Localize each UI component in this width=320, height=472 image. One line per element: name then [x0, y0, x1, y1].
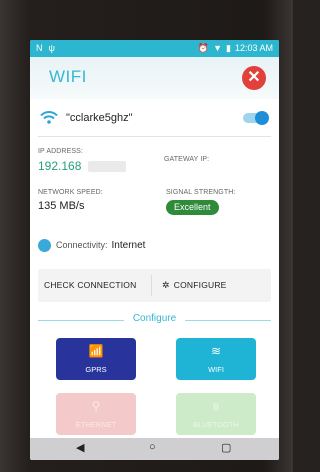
device-screen: N ψ ⏰ ▼ ▮ 12:03 AM WIFI ✕ "cclarke5ghz" …: [30, 40, 279, 460]
app-header: WIFI ✕: [30, 57, 279, 99]
globe-icon: [38, 238, 51, 252]
wifi-tile-label: WIFI: [208, 365, 224, 374]
back-icon[interactable]: ◀: [76, 441, 84, 454]
signal-strength-badge: Excellent: [166, 200, 219, 215]
wifi-signal-icon: ▼: [213, 43, 223, 53]
wifi-tile[interactable]: ≋ WIFI: [176, 338, 256, 380]
configure-section-title: Configure: [132, 313, 177, 324]
connectivity-value: Internet: [111, 239, 146, 251]
action-separator: [151, 275, 152, 296]
status-bar: N ψ ⏰ ▼ ▮ 12:03 AM: [30, 40, 279, 57]
usb-icon: ψ: [48, 43, 55, 53]
toggle-knob: [255, 111, 269, 125]
ethernet-tile[interactable]: ⚲ ETHERNET: [56, 393, 136, 435]
section-divider-right: [185, 320, 271, 321]
signal-strength-label: SIGNAL STRENGTH:: [166, 189, 236, 196]
divider: [38, 136, 271, 137]
wifi-icon: [40, 111, 58, 124]
antenna-icon: 📶: [88, 344, 104, 358]
bluetooth-icon: ʙ: [212, 399, 220, 413]
configure-button-label: CONFIGURE: [173, 280, 227, 290]
gateway-ip-label: GATEWAY IP:: [164, 156, 210, 163]
ip-address-value: 192.168: [38, 159, 82, 173]
connectivity-row: Connectivity: Internet: [38, 237, 145, 253]
gprs-tile[interactable]: 📶 GPRS: [56, 338, 136, 380]
recents-icon[interactable]: ▢: [221, 441, 231, 454]
status-left: N ψ: [36, 42, 55, 54]
configure-button[interactable]: ✲ CONFIGURE: [162, 269, 227, 302]
system-nav-bar: ◀ ○ ▢: [30, 438, 279, 460]
status-time: 12:03 AM: [234, 43, 273, 53]
ethernet-tile-label: ETHERNET: [75, 420, 117, 429]
status-right: ⏰ ▼ ▮ 12:03 AM: [198, 42, 273, 54]
alarm-icon: ⏰: [197, 43, 210, 53]
action-bar: CHECK CONNECTION ✲ CONFIGURE: [38, 269, 271, 302]
wifi-toggle[interactable]: [243, 111, 269, 125]
home-icon[interactable]: ○: [149, 441, 156, 453]
page-title: WIFI: [49, 67, 87, 86]
network-row: "cclarke5ghz": [30, 100, 279, 136]
ethernet-icon: ⚲: [91, 399, 101, 413]
bluetooth-tile[interactable]: ʙ BLUETOOTH: [176, 393, 256, 435]
close-icon: ✕: [247, 69, 261, 86]
connectivity-label: Connectivity:: [56, 240, 108, 250]
network-speed-value: 135 MB/s: [38, 200, 85, 212]
ip-address-masked: [88, 161, 126, 172]
network-speed-label: NETWORK SPEED:: [38, 189, 103, 196]
bluetooth-tile-label: BLUETOOTH: [193, 420, 239, 429]
gprs-tile-label: GPRS: [85, 365, 107, 374]
ip-address-label: IP ADDRESS:: [38, 148, 83, 155]
network-ssid: "cclarke5ghz": [66, 112, 133, 124]
battery-icon: ▮: [226, 43, 231, 53]
wifi-tile-icon: ≋: [210, 344, 222, 358]
notification-n-icon: N: [36, 43, 43, 53]
check-connection-button[interactable]: CHECK CONNECTION: [44, 269, 136, 302]
close-button[interactable]: ✕: [242, 66, 266, 90]
gear-icon: ✲: [162, 280, 170, 290]
